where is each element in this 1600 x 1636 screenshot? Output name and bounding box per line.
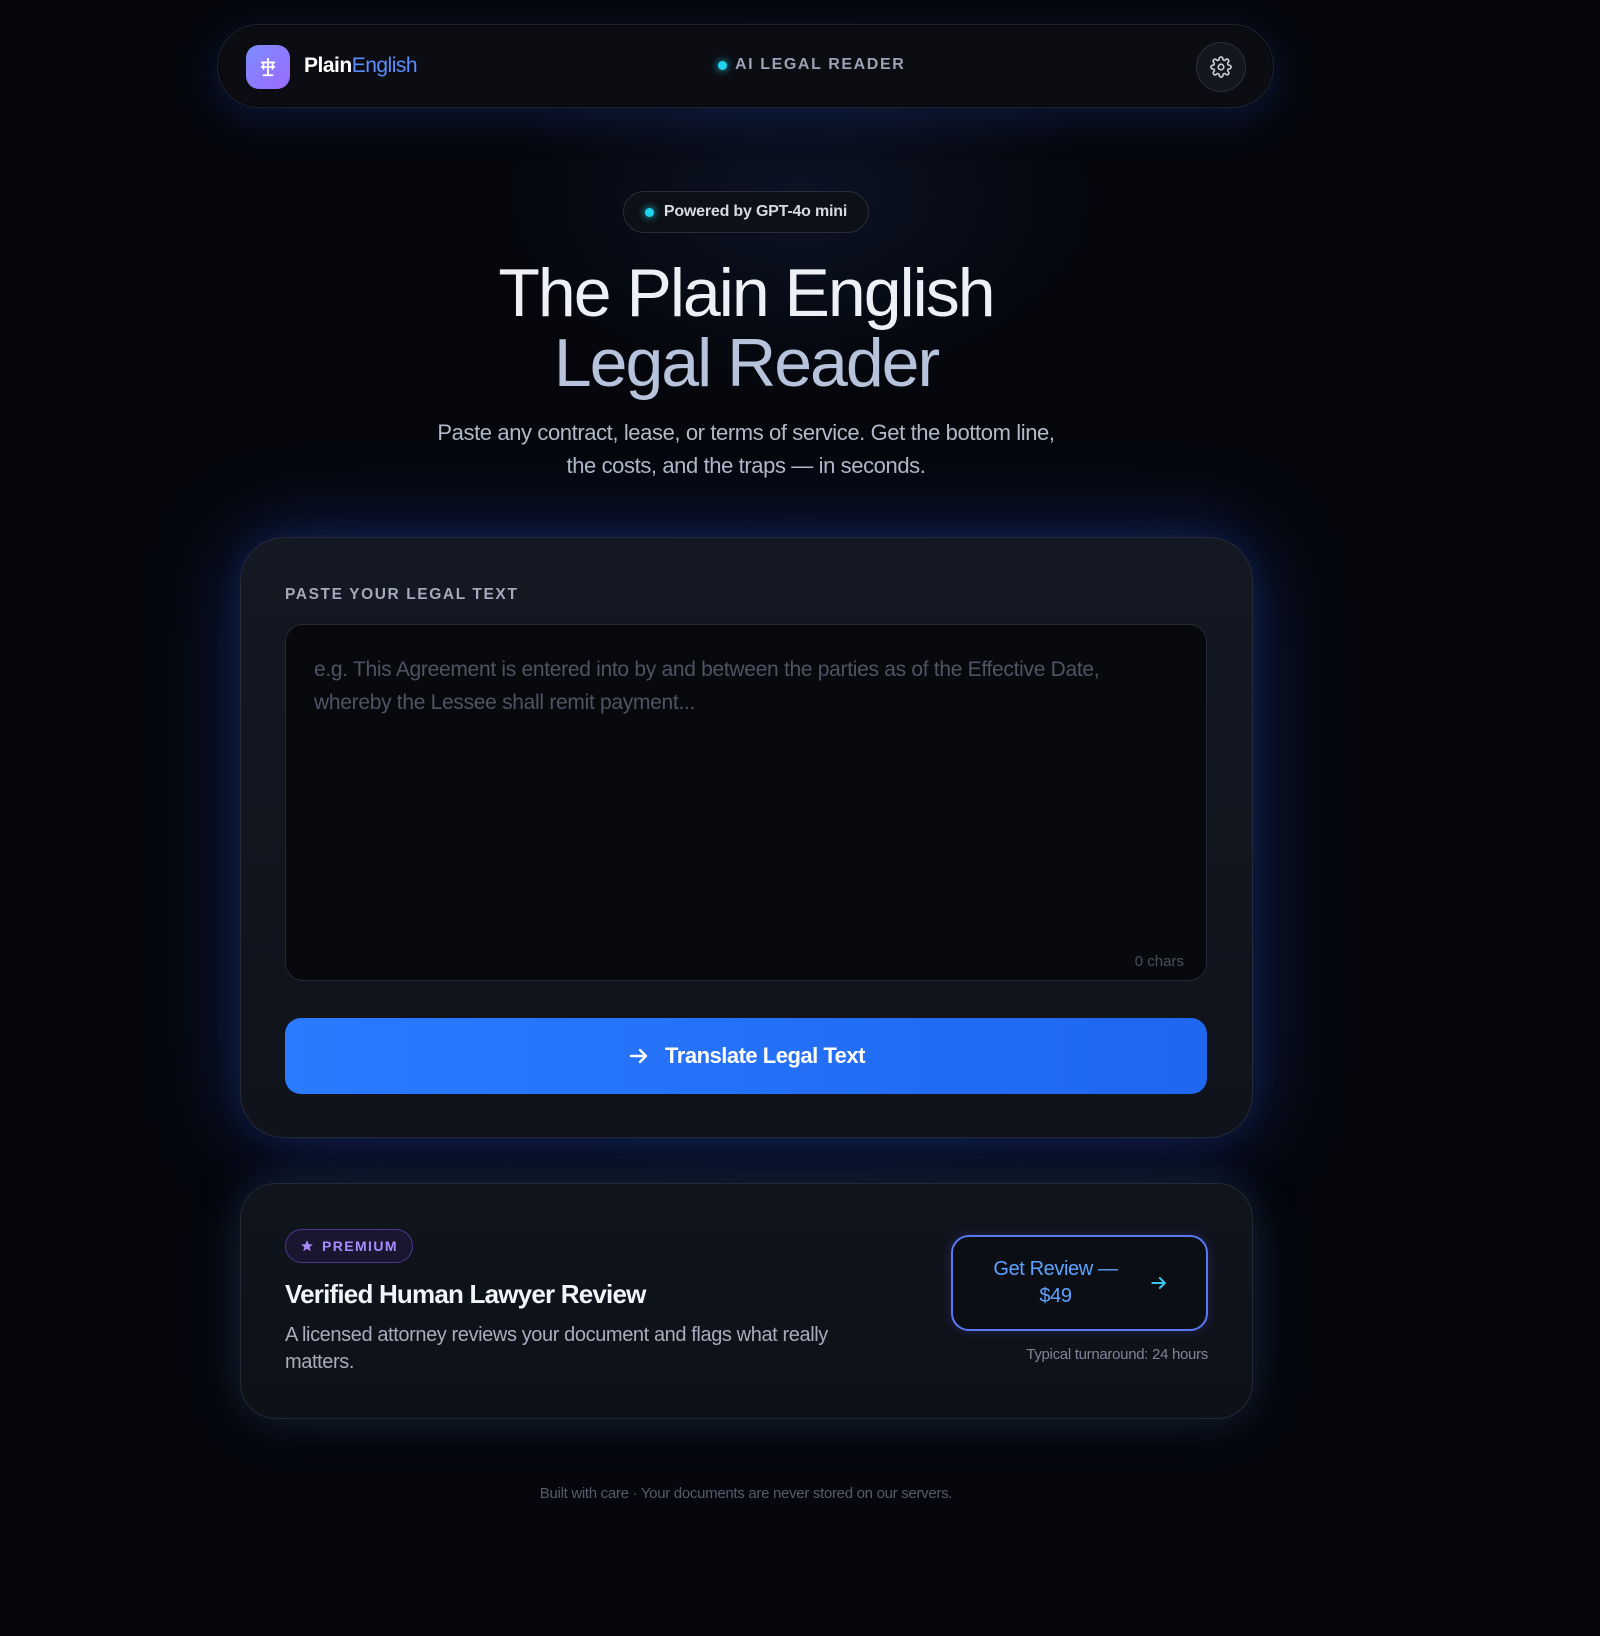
premium-description: A licensed attorney reviews your documen… <box>285 1324 828 1373</box>
premium-review-card: PREMIUM Verified Human Lawyer Review A l… <box>240 1183 1253 1419</box>
status-dot-icon <box>644 207 654 217</box>
brand-name-part2: English <box>351 54 418 77</box>
gear-icon <box>1210 56 1232 78</box>
premium-badge: PREMIUM <box>285 1229 413 1263</box>
page-title-line2: Legal Reader <box>553 325 940 401</box>
char-count: 0 chars <box>1134 953 1184 970</box>
premium-badge-label: PREMIUM <box>322 1238 398 1254</box>
status-dot-icon <box>718 60 727 70</box>
top-nav: PlainEnglish AI LEGAL READER <box>217 24 1274 108</box>
powered-by-badge: Powered by GPT-4o mini <box>623 191 869 233</box>
brand-name-part1: Plain <box>304 54 352 77</box>
arrow-right-icon <box>1150 1277 1166 1289</box>
translate-button-label: Translate Legal Text <box>665 1043 865 1068</box>
translate-button[interactable]: Translate Legal Text <box>285 1018 1207 1094</box>
turnaround-note: Typical turnaround: 24 hours <box>1026 1346 1208 1363</box>
premium-title: Verified Human Lawyer Review <box>285 1279 646 1309</box>
legal-text-card: PASTE YOUR LEGAL TEXT 0 chars Translate … <box>240 537 1253 1138</box>
legal-text-field: 0 chars <box>285 624 1207 981</box>
star-icon <box>301 1240 313 1252</box>
page-title-line1: The Plain English <box>498 255 995 331</box>
legal-text-input[interactable] <box>286 625 1206 980</box>
footer-note: Built with care · Your documents are nev… <box>539 1485 953 1502</box>
legal-text-label: PASTE YOUR LEGAL TEXT <box>285 586 519 603</box>
page-title: The Plain English Legal Reader <box>0 258 1492 398</box>
get-review-button[interactable]: Get Review — $49 <box>951 1235 1208 1331</box>
settings-button[interactable] <box>1196 42 1246 92</box>
brand-name[interactable]: PlainEnglish <box>304 54 418 78</box>
powered-by-label: Powered by GPT-4o mini <box>663 203 848 220</box>
arrow-right-icon <box>629 1048 648 1064</box>
scale-icon <box>260 57 276 77</box>
nav-tagline-label: AI LEGAL READER <box>735 56 906 73</box>
page-subtitle: Paste any contract, lease, or terms of s… <box>437 420 1055 478</box>
nav-tagline: AI LEGAL READER <box>718 56 938 74</box>
get-review-button-label: Get Review — $49 <box>993 1258 1118 1307</box>
logo[interactable] <box>246 45 290 89</box>
